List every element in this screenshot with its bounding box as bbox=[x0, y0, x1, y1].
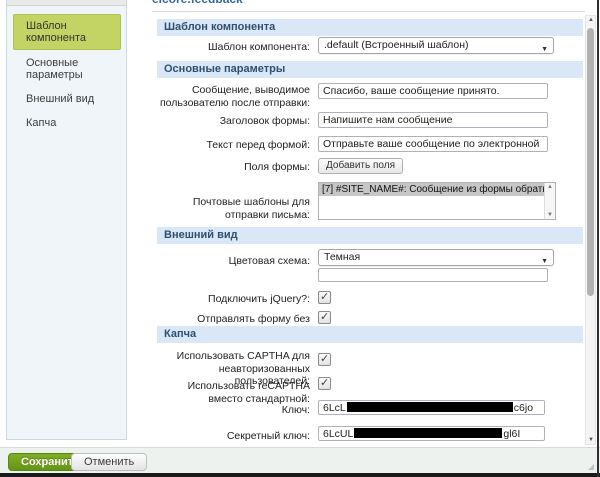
sidebar-item-main-params[interactable]: Основные параметры bbox=[13, 52, 121, 86]
use-recaptcha-checkbox[interactable] bbox=[318, 377, 331, 390]
mail-templates-label: Почтовые шаблоны для отправки письма: bbox=[157, 196, 310, 221]
captcha-key-label: Ключ: bbox=[157, 404, 310, 417]
redaction-bar bbox=[354, 428, 502, 438]
message-label: Сообщение, выводимое пользователю после … bbox=[157, 84, 310, 109]
color-scheme-custom-input[interactable] bbox=[318, 268, 548, 282]
window-right-edge bbox=[597, 0, 599, 477]
use-recaptcha-label: Использовать reCAPTHA вместо стандартной… bbox=[157, 380, 310, 405]
template-select-value: .default (Встроенный шаблон) bbox=[324, 39, 469, 51]
chevron-down-icon: ▼ bbox=[541, 254, 548, 269]
scroll-down-icon[interactable]: ▼ bbox=[588, 437, 594, 443]
color-scheme-label: Цветовая схема: bbox=[157, 255, 310, 268]
add-fields-button[interactable]: Добавить поля bbox=[318, 158, 403, 174]
jquery-checkbox[interactable] bbox=[318, 291, 331, 304]
scroll-up-icon[interactable]: ▲ bbox=[588, 17, 594, 23]
page-title: elcore.feedback bbox=[152, 0, 402, 6]
section-header-template: Шаблон компонента bbox=[157, 19, 583, 36]
template-select[interactable]: .default (Встроенный шаблон) ▼ bbox=[318, 37, 554, 54]
section-header-appearance: Внешний вид bbox=[157, 227, 583, 244]
section-header-main: Основные параметры bbox=[157, 61, 583, 78]
pre-text-input[interactable] bbox=[318, 136, 548, 152]
scrollbar-thumb[interactable] bbox=[587, 28, 594, 296]
listbox-scrollbar[interactable]: ▲ ▼ bbox=[544, 183, 555, 219]
cancel-button[interactable]: Отменить bbox=[71, 453, 147, 471]
page-title-wrap: elcore.feedback bbox=[152, 0, 402, 7]
captcha-secret-label: Секретный ключ: bbox=[157, 430, 310, 443]
scroll-down-icon[interactable]: ▼ bbox=[547, 212, 553, 218]
mail-templates-listbox[interactable]: [7] #SITE_NAME#: Сообщение из формы обра… bbox=[318, 182, 556, 220]
jquery-label: Подключить jQuery?: bbox=[157, 293, 310, 306]
sidebar-item-component-template[interactable]: Шаблон компонента bbox=[13, 14, 121, 50]
section-header-captcha: Капча bbox=[157, 326, 583, 343]
color-scheme-value: Темная bbox=[324, 251, 360, 263]
title-divider bbox=[152, 11, 585, 12]
captcha-key-suffix: c6jo bbox=[514, 402, 533, 414]
sidebar-item-captcha[interactable]: Капча bbox=[13, 112, 121, 134]
window-bottom-edge bbox=[0, 473, 600, 477]
chevron-down-icon: ▼ bbox=[541, 42, 548, 57]
template-select-label: Шаблон компонента: bbox=[157, 41, 310, 54]
resize-grip-icon[interactable]: ◢ bbox=[588, 462, 594, 471]
component-settings-page: Шаблон компонента Основные параметры Вне… bbox=[0, 0, 600, 477]
captcha-secret-input[interactable]: 6LcUL gl6I bbox=[318, 426, 545, 441]
captcha-key-input[interactable]: 6LcL c6jo bbox=[318, 400, 545, 415]
scroll-up-icon[interactable]: ▲ bbox=[547, 184, 553, 190]
footer-bar: Сохранить Отменить ◢ bbox=[0, 447, 600, 473]
form-title-input[interactable] bbox=[318, 112, 548, 128]
no-reload-checkbox[interactable] bbox=[318, 311, 331, 324]
form-fields-label: Поля формы: bbox=[157, 161, 310, 174]
use-captcha-checkbox[interactable] bbox=[318, 353, 331, 366]
mail-template-option-selected[interactable]: [7] #SITE_NAME#: Сообщение из формы обра… bbox=[319, 183, 544, 196]
content-scrollbar[interactable]: ▲ ▼ bbox=[585, 15, 596, 445]
form-title-label: Заголовок формы: bbox=[157, 115, 310, 128]
captcha-secret-prefix: 6LcUL bbox=[323, 428, 353, 440]
settings-sidebar: Шаблон компонента Основные параметры Вне… bbox=[6, 0, 127, 440]
pre-text-label: Текст перед формой: bbox=[157, 139, 310, 152]
captcha-secret-suffix: gl6I bbox=[503, 428, 520, 440]
sidebar-item-appearance[interactable]: Внешний вид bbox=[13, 88, 121, 110]
message-input[interactable] bbox=[318, 83, 548, 99]
captcha-key-prefix: 6LcL bbox=[323, 402, 346, 414]
color-scheme-select[interactable]: Темная ▼ bbox=[318, 249, 554, 266]
sidebar-menu: Шаблон компонента Основные параметры Вне… bbox=[7, 14, 126, 136]
redaction-bar bbox=[347, 402, 513, 412]
sidebar-top-strip bbox=[7, 0, 126, 6]
